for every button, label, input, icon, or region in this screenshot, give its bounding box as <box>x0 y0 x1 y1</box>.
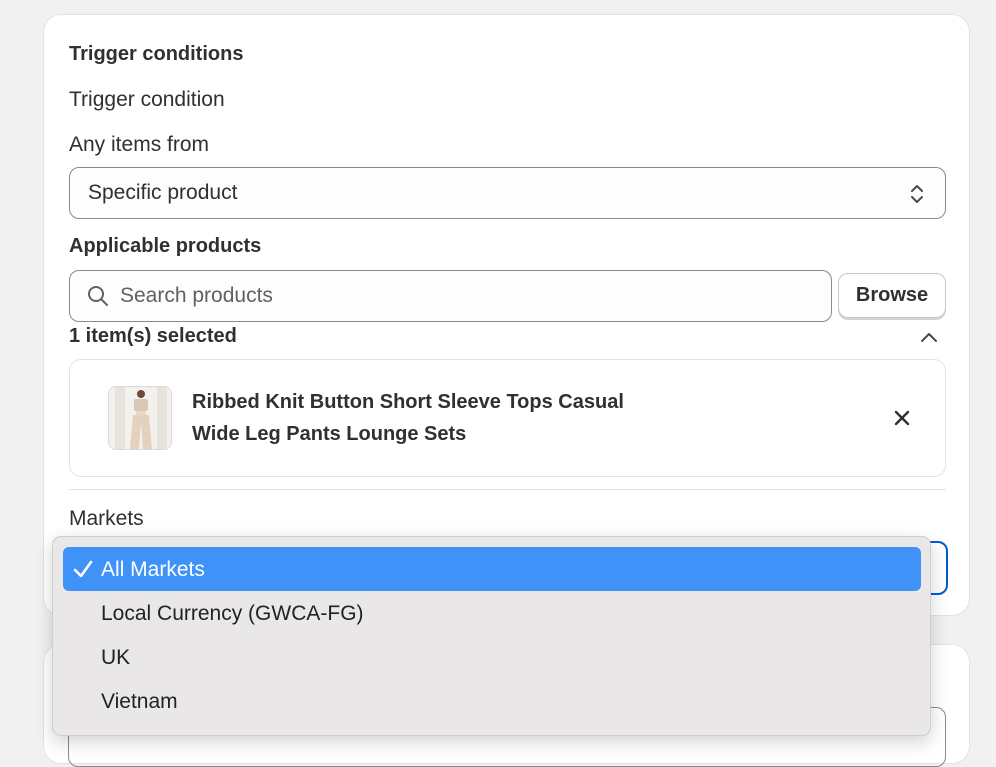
product-title-line-1: Ribbed Knit Button Short Sleeve Tops Cas… <box>192 391 624 413</box>
markets-option-uk[interactable]: UK <box>63 635 921 679</box>
markets-label: Markets <box>69 507 144 530</box>
selected-product-item: Ribbed Knit Button Short Sleeve Tops Cas… <box>69 359 946 477</box>
search-input[interactable] <box>120 281 810 311</box>
select-updown-icon <box>911 185 923 203</box>
checkmark-icon <box>73 560 93 578</box>
trigger-condition-label: Trigger condition <box>69 88 225 111</box>
option-label: All Markets <box>101 558 205 581</box>
search-icon <box>88 286 108 306</box>
markets-option-all-markets[interactable]: All Markets <box>63 547 921 591</box>
divider <box>69 489 946 490</box>
items-from-select-value: Specific product <box>88 181 238 204</box>
option-label: UK <box>101 646 131 669</box>
chevron-up-icon[interactable] <box>918 327 940 349</box>
markets-dropdown-menu: All Markets Local Currency (GWCA-FG) UK … <box>52 536 931 736</box>
applicable-products-label: Applicable products <box>69 235 262 257</box>
option-label: Local Currency (GWCA-FG) <box>101 602 364 625</box>
product-search-field[interactable] <box>69 270 832 322</box>
product-title: Ribbed Knit Button Short Sleeve Tops Cas… <box>192 386 712 450</box>
items-from-label: Any items from <box>69 133 210 156</box>
product-thumbnail <box>108 386 172 450</box>
markets-option-vietnam[interactable]: Vietnam <box>63 679 921 723</box>
items-from-select[interactable]: Specific product <box>69 167 946 219</box>
remove-product-icon[interactable] <box>892 408 912 428</box>
trigger-conditions-card: Trigger conditions Trigger condition Any… <box>43 14 970 616</box>
browse-button[interactable]: Browse <box>838 273 946 318</box>
option-label: Vietnam <box>101 690 178 713</box>
product-title-line-2: Wide Leg Pants Lounge Sets <box>192 423 467 445</box>
markets-option-local-currency[interactable]: Local Currency (GWCA-FG) <box>63 591 921 635</box>
section-title: Trigger conditions <box>69 43 244 65</box>
selected-count: 1 item(s) selected <box>69 325 237 347</box>
